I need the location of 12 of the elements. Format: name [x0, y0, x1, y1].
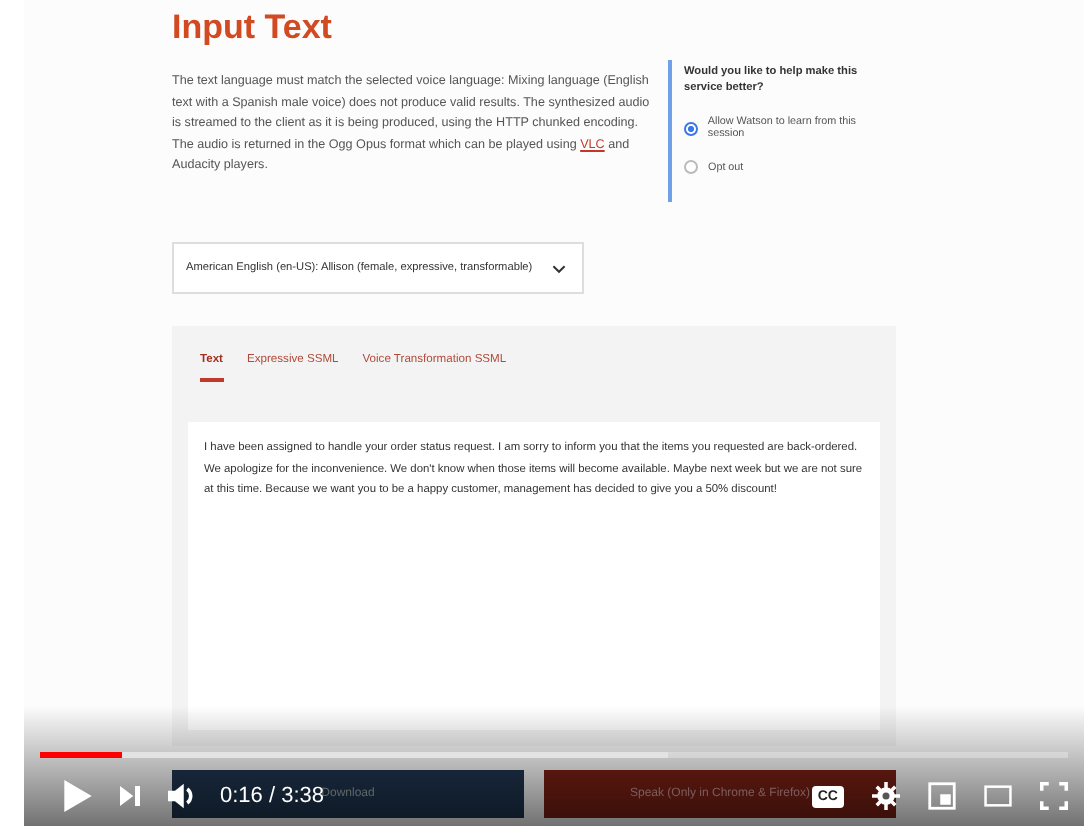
- radio-button[interactable]: [684, 160, 698, 174]
- time-display: 0:16 / 3:38: [220, 784, 324, 808]
- volume-icon[interactable]: [168, 780, 196, 812]
- chevron-down-icon: [552, 263, 567, 273]
- next-icon[interactable]: [120, 784, 140, 808]
- settings-icon[interactable]: [872, 780, 900, 812]
- fullscreen-icon[interactable]: [1040, 780, 1068, 812]
- theater-mode-icon[interactable]: [984, 780, 1012, 812]
- radio-button[interactable]: [684, 121, 698, 135]
- play-icon[interactable]: [64, 780, 92, 812]
- miniplayer-icon[interactable]: [928, 780, 956, 812]
- page-title: Input Text: [172, 8, 334, 48]
